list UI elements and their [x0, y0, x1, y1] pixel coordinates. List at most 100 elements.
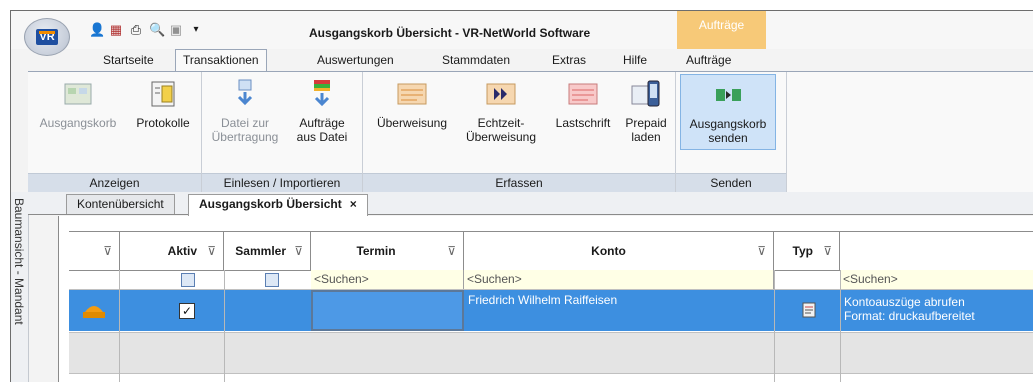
search-row: <Suchen> <Suchen> <Suchen>: [69, 270, 1033, 290]
tab-auftraege[interactable]: Aufträge: [686, 53, 731, 67]
header-termin[interactable]: Termin ⊽: [311, 232, 464, 270]
tab-auswertungen[interactable]: Auswertungen: [317, 53, 394, 67]
tab-kontenuebersicht[interactable]: Kontenübersicht: [66, 194, 175, 214]
group-senden: Ausgangskorb senden Senden: [676, 72, 787, 192]
header-aktiv-label: Aktiv: [167, 244, 197, 258]
prepaid-laden-button[interactable]: Prepaid laden: [621, 78, 671, 144]
window-icon[interactable]: ▣: [169, 23, 183, 37]
file-transfer-icon: [230, 78, 260, 110]
outbox-icon: [63, 78, 93, 110]
auftraege-label-1: Aufträge: [299, 116, 345, 130]
konto-cell: Friedrich Wilhelm Raiffeisen: [468, 293, 618, 307]
prepaid-label-1: Prepaid: [625, 116, 667, 130]
quick-access-toolbar: 👤 ▦ ⎙ 🔍 ▣ ▾: [89, 23, 203, 37]
group-anzeigen: Ausgangskorb Protokolle Anzeigen: [28, 72, 202, 192]
echtzeit-ueberweisung-button[interactable]: Echtzeit- Überweisung: [459, 78, 543, 144]
group-erfassen: Überweisung Echtzeit- Überweisung Lastsc…: [363, 72, 676, 192]
tab-hilfe[interactable]: Hilfe: [623, 53, 647, 67]
group-label-einlesen: Einlesen / Importieren: [202, 173, 362, 192]
column-divider: [119, 270, 120, 382]
filter-icon[interactable]: ⊽: [757, 232, 766, 270]
column-divider: [774, 270, 775, 382]
filter-icon[interactable]: ⊽: [294, 232, 303, 270]
header-sammler[interactable]: Sammler ⊽: [224, 232, 311, 270]
print-preview-icon[interactable]: 🔍: [149, 23, 165, 37]
tab-ausgangskorb-label: Ausgangskorb Übersicht: [199, 197, 342, 211]
ausgangskorb-label: Ausgangskorb: [39, 116, 117, 130]
description-search-input[interactable]: <Suchen>: [840, 270, 1033, 289]
user-icon[interactable]: 👤: [89, 23, 105, 37]
sammler-filter-checkbox[interactable]: [265, 273, 279, 287]
tab-transaktionen[interactable]: Transaktionen: [175, 49, 267, 72]
calculator-icon[interactable]: ▦: [109, 23, 123, 37]
document-type-icon: [801, 302, 817, 318]
instant-transfer-icon: [486, 78, 516, 110]
ausgangskorb-senden-button[interactable]: Ausgangskorb senden: [680, 74, 776, 150]
header-sammler-label: Sammler: [235, 244, 286, 258]
tab-kontenuebersicht-label: Kontenübersicht: [77, 197, 164, 211]
tab-extras[interactable]: Extras: [552, 53, 586, 67]
lastschrift-button[interactable]: Lastschrift: [547, 78, 619, 130]
ribbon: Ausgangskorb Protokolle Anzeigen Datei z…: [28, 71, 1033, 193]
auftraege-aus-datei-button[interactable]: Aufträge aus Datei: [286, 78, 358, 144]
application-window: VR 👤 ▦ ⎙ 🔍 ▣ ▾ Ausgangskorb Übersicht - …: [10, 10, 1033, 382]
document-tabs: Kontenübersicht Ausgangskorb Übersicht ×: [28, 192, 1033, 216]
table-row[interactable]: ✓ Friedrich Wilhelm Raiffeisen Kontoausz…: [69, 290, 1033, 331]
termin-cell[interactable]: [311, 290, 464, 331]
description-cell: Kontoauszüge abrufen Format: druckaufber…: [844, 295, 1033, 336]
window-title: Ausgangskorb Übersicht - VR-NetWorld Sof…: [309, 26, 591, 40]
aktiv-filter-checkbox[interactable]: [181, 273, 195, 287]
filter-icon[interactable]: ⊽: [207, 232, 216, 270]
dropdown-arrow-icon[interactable]: ▾: [189, 23, 203, 37]
senden-label-2: senden: [708, 131, 748, 145]
header-typ-label: Typ: [792, 244, 813, 258]
close-tab-icon[interactable]: ×: [350, 197, 357, 211]
termin-search-input[interactable]: <Suchen>: [311, 270, 464, 289]
header-typ[interactable]: Typ ⊽: [774, 232, 840, 270]
transfer-icon: [397, 78, 427, 110]
tab-ausgangskorb-uebersicht[interactable]: Ausgangskorb Übersicht ×: [188, 194, 368, 216]
description-line-1: Kontoauszüge abrufen: [844, 295, 965, 309]
auftraege-label-2: aus Datei: [296, 130, 348, 144]
header-description[interactable]: [840, 232, 1033, 270]
header-konto[interactable]: Konto ⊽: [464, 232, 774, 270]
datei-label-2: Übertragung: [211, 130, 279, 144]
tab-startseite[interactable]: Startseite: [103, 53, 154, 67]
prepaid-label-2: laden: [631, 130, 661, 144]
import-orders-icon: [307, 78, 337, 110]
ueberweisung-label: Überweisung: [376, 116, 448, 130]
grid-header-row: ⊽ Aktiv ⊽ Sammler ⊽ Termin ⊽ Konto ⊽ Typ ⊽: [69, 231, 1033, 271]
direct-debit-icon: [568, 78, 598, 110]
outbox-grid-area: ⊽ Aktiv ⊽ Sammler ⊽ Termin ⊽ Konto ⊽ Typ ⊽ <S…: [58, 216, 1033, 382]
header-icon-column[interactable]: ⊽: [69, 232, 120, 270]
tree-view-pane[interactable]: Baumansicht - Mandant: [11, 192, 29, 382]
header-konto-label: Konto: [591, 244, 626, 258]
datei-label-1: Datei zur: [220, 116, 270, 130]
senden-label-1: Ausgangskorb: [689, 117, 767, 131]
context-tab-header: Aufträge: [677, 11, 766, 49]
ribbon-tabs: Startseite Transaktionen Auswertungen St…: [11, 49, 1033, 72]
echtzeit-label-1: Echtzeit-: [477, 116, 525, 130]
group-label-erfassen: Erfassen: [363, 173, 675, 192]
konto-search-input[interactable]: <Suchen>: [464, 270, 774, 289]
group-label-senden: Senden: [676, 173, 786, 192]
datei-zur-uebertragung-button[interactable]: Datei zur Übertragung: [208, 78, 282, 144]
filter-icon[interactable]: ⊽: [447, 232, 456, 270]
tree-view-label: Baumansicht - Mandant: [12, 198, 26, 325]
header-aktiv[interactable]: Aktiv ⊽: [119, 232, 224, 270]
ueberweisung-button[interactable]: Überweisung: [369, 78, 455, 130]
group-einlesen: Datei zur Übertragung Aufträge aus Datei…: [202, 72, 363, 192]
aktiv-checkbox[interactable]: ✓: [179, 303, 195, 319]
print-icon[interactable]: ⎙: [129, 23, 143, 37]
protocol-icon: [148, 78, 178, 110]
tab-stammdaten[interactable]: Stammdaten: [442, 53, 510, 67]
column-divider: [840, 270, 841, 382]
filter-icon[interactable]: ⊽: [103, 232, 112, 270]
echtzeit-label-2: Überweisung: [465, 130, 537, 144]
title-bar: VR 👤 ▦ ⎙ 🔍 ▣ ▾ Ausgangskorb Übersicht - …: [11, 11, 1033, 56]
protokolle-button[interactable]: Protokolle: [128, 78, 198, 130]
ausgangskorb-button[interactable]: Ausgangskorb: [32, 78, 124, 130]
vr-logo: VR: [36, 29, 58, 45]
description-line-2: Format: druckaufbereitet: [844, 309, 975, 323]
filter-icon[interactable]: ⊽: [823, 232, 832, 270]
